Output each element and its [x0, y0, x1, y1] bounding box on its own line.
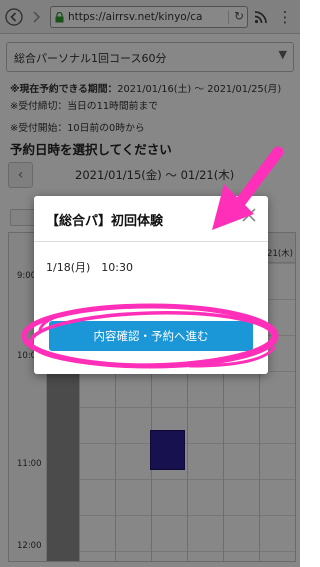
proceed-to-reservation-button[interactable]: 内容確認・予約へ進む	[49, 321, 253, 351]
modal-divider	[34, 241, 268, 242]
modal-title: 【総合パ】初回体験	[46, 214, 164, 229]
reservation-modal: 【総合パ】初回体験 1/18(月) 10:30 内容確認・予約へ進む	[34, 196, 268, 374]
close-x-icon[interactable]	[241, 207, 257, 223]
modal-date-time: 1/18(月) 10:30	[46, 261, 133, 274]
